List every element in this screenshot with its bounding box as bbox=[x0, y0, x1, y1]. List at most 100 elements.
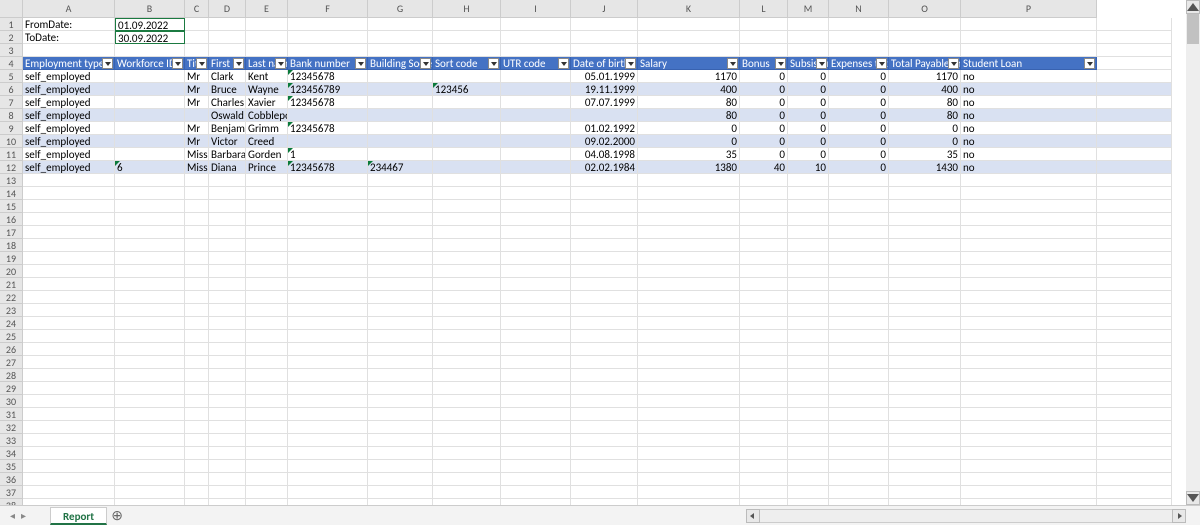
table-cell[interactable] bbox=[501, 109, 571, 122]
cell[interactable] bbox=[788, 343, 829, 356]
cell[interactable] bbox=[889, 408, 961, 421]
table-header-utr-code[interactable]: UTR code bbox=[501, 57, 571, 70]
column-header-L[interactable]: L bbox=[740, 0, 788, 18]
filter-dropdown-icon[interactable] bbox=[102, 58, 113, 69]
cell[interactable] bbox=[501, 434, 571, 447]
cell[interactable] bbox=[501, 343, 571, 356]
table-header-sort-code[interactable]: Sort code bbox=[433, 57, 501, 70]
cell[interactable] bbox=[288, 187, 368, 200]
table-cell[interactable]: Diana bbox=[209, 161, 246, 174]
table-cell[interactable]: Barbara bbox=[209, 148, 246, 161]
filter-dropdown-icon[interactable] bbox=[558, 58, 569, 69]
sheet-tab-report[interactable]: Report bbox=[50, 507, 107, 525]
cell[interactable] bbox=[501, 291, 571, 304]
cell[interactable] bbox=[288, 200, 368, 213]
cell[interactable] bbox=[501, 239, 571, 252]
cell[interactable] bbox=[638, 187, 740, 200]
table-cell[interactable]: Kent bbox=[246, 70, 288, 83]
cell[interactable] bbox=[501, 408, 571, 421]
cell[interactable] bbox=[288, 356, 368, 369]
cell[interactable] bbox=[889, 395, 961, 408]
table-cell[interactable]: 0 bbox=[829, 109, 889, 122]
cell[interactable] bbox=[368, 239, 433, 252]
cell[interactable] bbox=[209, 44, 246, 57]
cell[interactable] bbox=[829, 213, 889, 226]
cell[interactable] bbox=[1097, 304, 1172, 317]
cell[interactable] bbox=[961, 317, 1097, 330]
filter-dropdown-icon[interactable] bbox=[172, 58, 183, 69]
cell[interactable] bbox=[433, 343, 501, 356]
table-cell[interactable]: no bbox=[961, 148, 1097, 161]
cell[interactable] bbox=[433, 239, 501, 252]
cell[interactable] bbox=[209, 460, 246, 473]
cell[interactable] bbox=[115, 434, 185, 447]
cell[interactable] bbox=[638, 44, 740, 57]
cell[interactable] bbox=[209, 174, 246, 187]
cell[interactable] bbox=[246, 226, 288, 239]
cell[interactable] bbox=[433, 356, 501, 369]
cell[interactable] bbox=[889, 434, 961, 447]
cell[interactable] bbox=[115, 421, 185, 434]
cell[interactable] bbox=[288, 408, 368, 421]
row-header-31[interactable]: 31 bbox=[0, 408, 23, 421]
cell[interactable] bbox=[889, 278, 961, 291]
row-header-18[interactable]: 18 bbox=[0, 239, 23, 252]
cell[interactable] bbox=[368, 343, 433, 356]
cell[interactable] bbox=[788, 18, 829, 31]
table-cell[interactable]: 12345678 bbox=[288, 161, 368, 174]
row-header-7[interactable]: 7 bbox=[0, 96, 23, 109]
cell[interactable] bbox=[23, 395, 115, 408]
cell[interactable] bbox=[185, 408, 209, 421]
table-cell[interactable]: 0 bbox=[788, 109, 829, 122]
row-header-27[interactable]: 27 bbox=[0, 356, 23, 369]
table-cell[interactable]: 0 bbox=[788, 148, 829, 161]
table-header-employment-type[interactable]: Employment type bbox=[23, 57, 115, 70]
filter-dropdown-icon[interactable] bbox=[233, 58, 244, 69]
cell[interactable] bbox=[288, 278, 368, 291]
cell[interactable] bbox=[638, 395, 740, 408]
cell[interactable] bbox=[788, 252, 829, 265]
cell[interactable] bbox=[209, 382, 246, 395]
cell[interactable] bbox=[889, 252, 961, 265]
filter-dropdown-icon[interactable] bbox=[727, 58, 738, 69]
cell[interactable] bbox=[288, 343, 368, 356]
cell[interactable] bbox=[246, 460, 288, 473]
table-cell[interactable]: 0 bbox=[740, 148, 788, 161]
cell[interactable] bbox=[788, 278, 829, 291]
cell[interactable] bbox=[961, 239, 1097, 252]
table-cell[interactable]: Wayne bbox=[246, 83, 288, 96]
table-cell[interactable]: 0 bbox=[829, 96, 889, 109]
column-header-P[interactable]: P bbox=[961, 0, 1097, 18]
row-header-30[interactable]: 30 bbox=[0, 395, 23, 408]
cell[interactable] bbox=[571, 31, 638, 44]
table-cell[interactable]: 123456 bbox=[433, 83, 501, 96]
cell[interactable] bbox=[115, 382, 185, 395]
cell[interactable] bbox=[185, 239, 209, 252]
filter-dropdown-icon[interactable] bbox=[488, 58, 499, 69]
cell[interactable] bbox=[115, 265, 185, 278]
cell[interactable] bbox=[115, 291, 185, 304]
filter-dropdown-icon[interactable] bbox=[420, 58, 431, 69]
cell[interactable] bbox=[788, 408, 829, 421]
row-header-4[interactable]: 4 bbox=[0, 57, 23, 70]
cell[interactable] bbox=[571, 187, 638, 200]
cell[interactable] bbox=[571, 382, 638, 395]
cell[interactable] bbox=[209, 486, 246, 499]
cell[interactable] bbox=[288, 252, 368, 265]
table-cell[interactable]: 0 bbox=[638, 122, 740, 135]
cell[interactable] bbox=[288, 369, 368, 382]
filter-dropdown-icon[interactable] bbox=[876, 58, 887, 69]
cell[interactable] bbox=[961, 356, 1097, 369]
cell[interactable] bbox=[1097, 408, 1172, 421]
table-header-student-loan[interactable]: Student Loan bbox=[961, 57, 1097, 70]
cell[interactable] bbox=[185, 18, 209, 31]
table-cell[interactable]: 12345678 bbox=[288, 122, 368, 135]
table-cell[interactable]: self_employed bbox=[23, 148, 115, 161]
table-cell[interactable] bbox=[115, 96, 185, 109]
column-header-O[interactable]: O bbox=[889, 0, 961, 18]
row-header-33[interactable]: 33 bbox=[0, 434, 23, 447]
column-header-E[interactable]: E bbox=[246, 0, 288, 18]
cell[interactable] bbox=[638, 278, 740, 291]
cell[interactable] bbox=[1097, 57, 1172, 70]
cell[interactable] bbox=[501, 447, 571, 460]
